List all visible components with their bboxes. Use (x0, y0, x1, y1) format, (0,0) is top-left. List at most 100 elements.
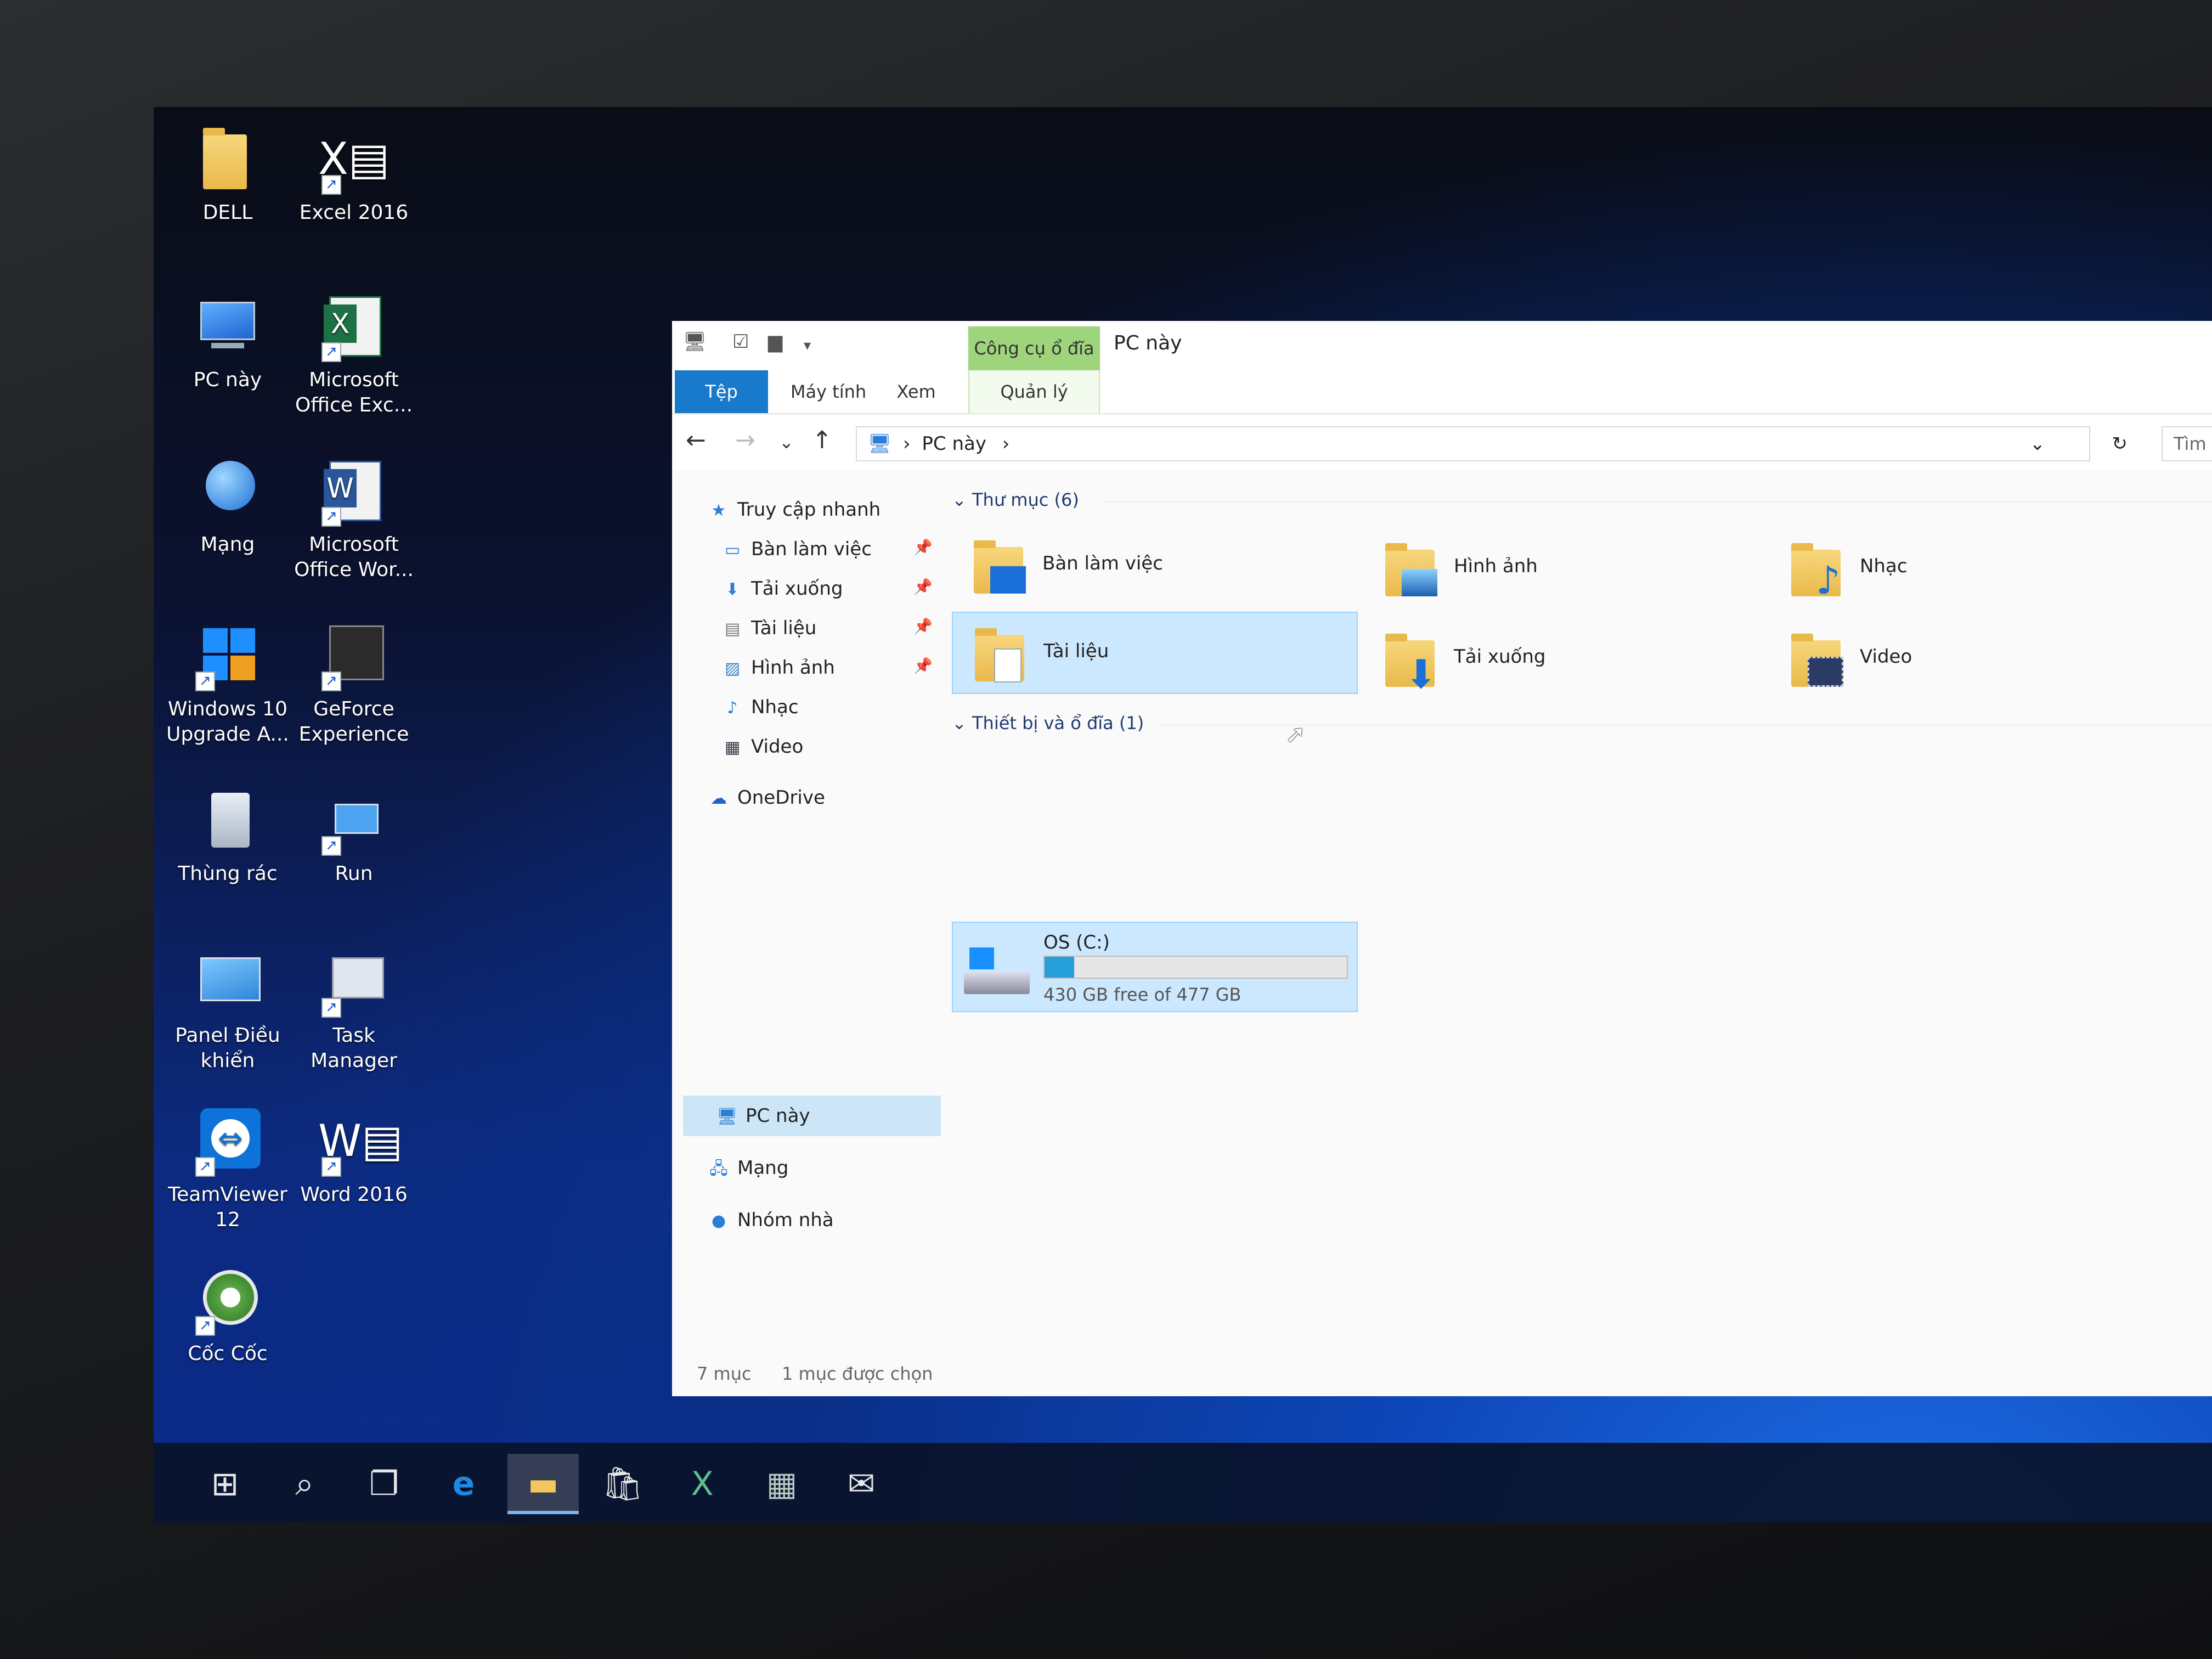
desktop-icon-microsoft-office-word[interactable]: W ↗ Microsoft Office Wor... (291, 455, 417, 583)
tab-manage[interactable]: Quản lý (968, 370, 1100, 413)
collapse-chevron-icon[interactable]: ⌄ (952, 713, 967, 733)
nav-item-documents[interactable]: ▤ Tài liệu (721, 611, 816, 646)
videos-folder-icon: ▦ (724, 738, 741, 757)
group-devices-header[interactable]: ⌄ Thiết bị và ổ đĩa (1) (952, 713, 2212, 733)
title-bar: 🖥 ☑ ▆ ▾ Công cụ ổ đĩa PC này — (672, 321, 2212, 370)
documents-folder-icon (969, 624, 1030, 684)
pin-icon[interactable]: 📌 (913, 617, 933, 635)
tab-computer[interactable]: Máy tính (779, 370, 878, 413)
back-arrow-icon[interactable]: ← (686, 426, 706, 454)
folder-pictures[interactable]: Hình ảnh (1363, 528, 1769, 610)
desktop-icon-teamviewer[interactable]: ⇔ ↗ TeamViewer 12 (165, 1105, 291, 1233)
nav-homegroup[interactable]: ● Nhóm nhà (708, 1203, 834, 1238)
this-pc-small-icon: 🖥 (683, 331, 707, 353)
shortcut-arrow-icon: ↗ (321, 1157, 341, 1177)
onedrive-cloud-icon: ☁ (710, 789, 727, 808)
qat-dropdown-icon[interactable]: ▾ (804, 337, 811, 364)
drive-os-c[interactable]: OS (C:) 430 GB free of 477 GB (952, 922, 1358, 1012)
desktop-icon-task-manager[interactable]: ↗ Task Manager (291, 946, 417, 1074)
properties-icon[interactable]: ☑ (732, 331, 749, 357)
desktop-icon-word-2016[interactable]: W▤ ↗ Word 2016 (291, 1105, 417, 1207)
pin-icon[interactable]: 📌 (913, 657, 933, 675)
excel-icon: X ↗ (318, 291, 390, 362)
desktop-icon-dell[interactable]: DELL (165, 123, 291, 225)
this-pc-small-icon: 🖥 (868, 433, 892, 455)
desktop-icon-microsoft-office-excel[interactable]: X ↗ Microsoft Office Exc... (291, 291, 417, 418)
folder-downloads[interactable]: ⬇ Tải xuống (1363, 618, 1769, 701)
drive-usage-bar (1043, 956, 1348, 979)
nav-item-videos[interactable]: ▦ Video (721, 729, 803, 764)
breadcrumb-chevron-icon[interactable]: › (1002, 433, 1010, 455)
music-folder-icon: ♪ (727, 698, 738, 718)
excel-icon[interactable]: ▦ (746, 1454, 817, 1514)
breadcrumb-this-pc[interactable]: PC này (922, 433, 986, 455)
desktop-icon-this-pc[interactable]: PC này (165, 291, 291, 393)
group-divider (1105, 501, 2212, 502)
pin-icon[interactable]: 📌 (913, 538, 933, 556)
folder-music[interactable]: ♪ Nhạc (1769, 528, 2175, 610)
task-manager-icon: ↗ (318, 946, 390, 1018)
shortcut-arrow-icon: ↗ (195, 1157, 215, 1177)
folder-desktop[interactable]: Bàn làm việc (952, 525, 1358, 607)
nav-onedrive[interactable]: ☁ OneDrive (708, 780, 825, 815)
desktop-icon-network[interactable]: Mạng (165, 455, 291, 557)
hard-drive-icon (964, 939, 1030, 1000)
folder-documents[interactable]: Tài liệu (952, 612, 1358, 694)
pictures-folder-icon: ▨ (724, 659, 741, 678)
mail-icon[interactable]: ✉ (826, 1454, 897, 1514)
shortcut-arrow-icon: ↗ (321, 998, 341, 1018)
shortcut-arrow-icon: ↗ (321, 836, 341, 856)
nav-item-music[interactable]: ♪ Nhạc (721, 690, 798, 725)
search-input[interactable]: Tìm kiếm PC này (2162, 426, 2212, 461)
network-icon (192, 455, 263, 527)
desktop-icon-recycle-bin[interactable]: Thùng rác (165, 785, 291, 887)
drive-usage-fill (1045, 957, 1075, 978)
forward-arrow-icon[interactable]: → (735, 426, 755, 454)
tab-view[interactable]: Xem (883, 370, 949, 413)
address-bar[interactable]: 🖥 › PC này › ⌄ ↻ (856, 426, 2128, 461)
nav-item-desktop[interactable]: ▭ Bàn làm việc (721, 532, 872, 567)
word-icon: W ↗ (318, 455, 390, 527)
desktop-icon-windows-10-upgrade[interactable]: ↗ Windows 10 Upgrade A... (165, 620, 291, 747)
address-dropdown-icon[interactable]: ⌄ (2030, 427, 2046, 460)
excel-icon[interactable]: X (667, 1454, 738, 1514)
desktop-icon-excel-2016[interactable]: X▤ ↗ Excel 2016 (291, 123, 417, 225)
collapse-chevron-icon[interactable]: ⌄ (952, 489, 967, 510)
desktop-folder-icon: ▭ (724, 540, 741, 560)
up-arrow-icon[interactable]: ↑ (812, 426, 832, 454)
search-icon[interactable]: ⌕ (269, 1454, 340, 1514)
drive-free-space: 430 GB free of 477 GB (1043, 984, 1242, 1005)
status-bar: 7 mục 1 mục được chọn (672, 1358, 2212, 1391)
teamviewer-icon: ⇔ ↗ (192, 1105, 263, 1177)
network-icon: 🖧 (709, 1159, 728, 1178)
pin-icon[interactable]: 📌 (913, 578, 933, 596)
shortcut-arrow-icon: ↗ (321, 342, 341, 362)
desktop-icon-control-panel[interactable]: Panel Điều khiển (165, 946, 291, 1074)
folder-videos[interactable]: Video (1769, 618, 2175, 701)
edge-icon[interactable]: e (428, 1454, 499, 1514)
recent-locations-chevron-icon[interactable]: ⌄ (779, 432, 794, 453)
start-icon[interactable]: ⊞ (189, 1454, 261, 1514)
new-folder-icon[interactable]: ▆ (768, 331, 782, 357)
word-icon: W▤ ↗ (318, 1105, 403, 1177)
nav-quick-access[interactable]: ★ Truy cập nhanh (708, 492, 881, 527)
nav-item-downloads[interactable]: ⬇ Tải xuống (721, 571, 843, 606)
context-tab-drive-tools[interactable]: Công cụ ổ đĩa (968, 326, 1100, 370)
tab-file[interactable]: Tệp (675, 370, 768, 413)
file-explorer-icon[interactable]: ▬ (507, 1454, 579, 1514)
nav-this-pc[interactable]: 🖥 PC này (716, 1098, 810, 1133)
refresh-icon[interactable]: ↻ (2112, 427, 2128, 460)
desktop-icon-run[interactable]: ↗ Run (291, 785, 417, 887)
store-icon[interactable]: 🛍 (587, 1454, 658, 1514)
drive-name: OS (C:) (1043, 932, 1110, 953)
excel-icon: X▤ ↗ (318, 123, 390, 195)
navigation-pane: ★ Truy cập nhanh ▭ Bàn làm việc 📌 ⬇ Tải xuố… (672, 470, 946, 1348)
group-folders-header[interactable]: ⌄ Thư mục (6) (952, 489, 2212, 510)
desktop-icon-geforce-experience[interactable]: ↗ GeForce Experience (291, 620, 417, 747)
task-view-icon[interactable]: ❐ (348, 1454, 420, 1514)
nav-item-pictures[interactable]: ▨ Hình ảnh (721, 650, 835, 685)
file-explorer-window: 🖥 ☑ ▆ ▾ Công cụ ổ đĩa PC này — Tệp Máy t… (672, 321, 2212, 1396)
desktop-icon-coccoc[interactable]: ↗ Cốc Cốc (165, 1265, 291, 1367)
nav-network[interactable]: 🖧 Mạng (708, 1150, 788, 1186)
pictures-folder-icon (1380, 539, 1440, 599)
